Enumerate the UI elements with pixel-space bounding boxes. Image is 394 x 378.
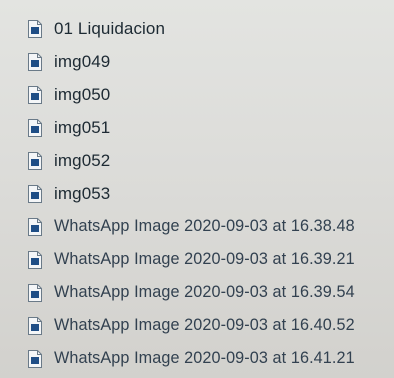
- image-file-icon: [28, 217, 42, 236]
- file-item[interactable]: img052: [22, 144, 394, 177]
- file-item[interactable]: WhatsApp Image 2020-09-03 at 16.39.54: [22, 276, 394, 309]
- file-item[interactable]: 01 Liquidacion: [22, 12, 394, 45]
- file-name: WhatsApp Image 2020-09-03 at 16.40.52: [54, 316, 355, 334]
- file-item[interactable]: img053: [22, 177, 394, 210]
- document-icon: [28, 19, 42, 38]
- file-explorer-view: 01 Liquidacion img049 img050 img051 img0…: [0, 0, 394, 378]
- document-icon: [28, 52, 42, 71]
- file-name: WhatsApp Image 2020-09-03 at 16.41.21: [54, 349, 355, 367]
- document-icon: [28, 151, 42, 170]
- file-name: WhatsApp Image 2020-09-03 at 16.39.54: [54, 283, 355, 301]
- file-name: WhatsApp Image 2020-09-03 at 16.38.48: [54, 217, 355, 235]
- image-file-icon: [28, 316, 42, 335]
- file-name: img051: [54, 117, 111, 137]
- file-item[interactable]: WhatsApp Image 2020-09-03 at 16.40.52: [22, 309, 394, 342]
- file-name: img053: [54, 183, 111, 203]
- file-name: 01 Liquidacion: [54, 18, 166, 38]
- file-item[interactable]: img050: [22, 78, 394, 111]
- file-item[interactable]: img049: [22, 45, 394, 78]
- image-file-icon: [28, 250, 42, 269]
- document-icon: [28, 85, 42, 104]
- file-name: img049: [54, 51, 111, 71]
- file-item[interactable]: WhatsApp Image 2020-09-03 at 16.41.21: [22, 342, 394, 375]
- file-name: WhatsApp Image 2020-09-03 at 16.39.21: [54, 250, 355, 268]
- image-file-icon: [28, 349, 42, 368]
- file-item[interactable]: WhatsApp Image 2020-09-03 at 16.38.48: [22, 210, 394, 243]
- file-name: img052: [54, 150, 111, 170]
- file-item[interactable]: WhatsApp Image 2020-09-03 at 16.39.21: [22, 243, 394, 276]
- file-name: img050: [54, 84, 111, 104]
- file-item[interactable]: img051: [22, 111, 394, 144]
- image-file-icon: [28, 283, 42, 302]
- document-icon: [28, 118, 42, 137]
- document-icon: [28, 184, 42, 203]
- file-list: 01 Liquidacion img049 img050 img051 img0…: [22, 12, 394, 375]
